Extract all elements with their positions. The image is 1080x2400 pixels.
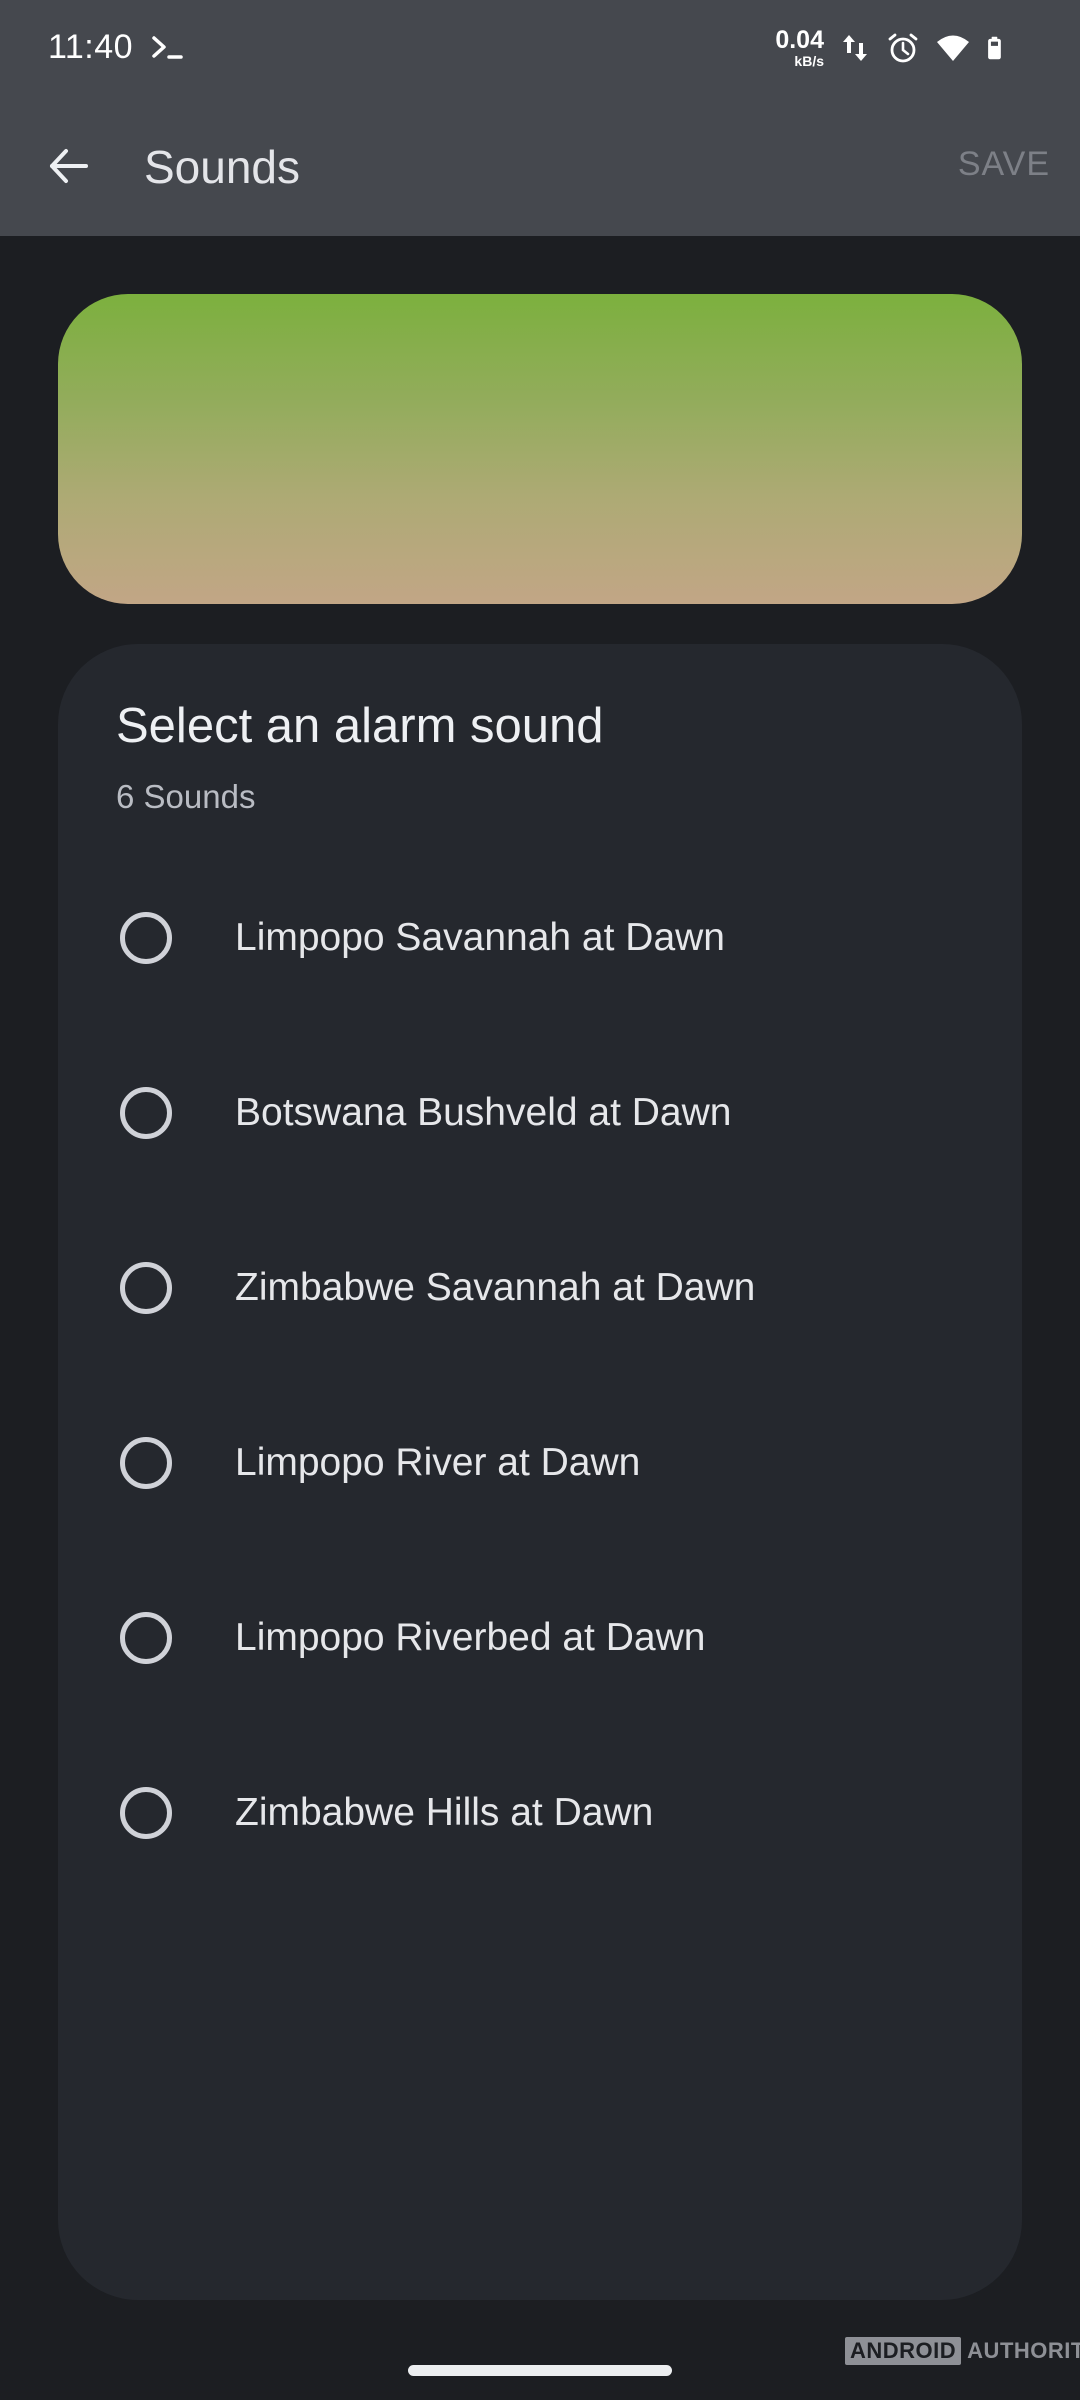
gesture-navigation-handle[interactable] [408, 2365, 672, 2376]
arrow-back-icon [50, 149, 88, 183]
sound-option[interactable]: Zimbabwe Hills at Dawn [58, 1725, 1022, 1900]
picker-title: Select an alarm sound [116, 699, 604, 753]
sound-option[interactable]: Zimbabwe Savannah at Dawn [58, 1200, 1022, 1375]
top-bar: 11:40 0.04 kB/s Sounds SAVE [0, 0, 1080, 236]
sound-option-label: Botswana Bushveld at Dawn [235, 1090, 732, 1134]
wifi-icon [937, 35, 969, 61]
sound-option-label: Limpopo River at Dawn [235, 1440, 641, 1484]
sound-option-label: Zimbabwe Savannah at Dawn [235, 1265, 756, 1309]
watermark-brand-box: ANDROID [845, 2337, 962, 2365]
sound-preview-banner [58, 294, 1022, 604]
status-icons: 0.04 kB/s [775, 26, 1010, 70]
radio-button[interactable] [120, 1261, 172, 1314]
watermark: ANDROID AUTHORITY [845, 2337, 1080, 2365]
battery-icon [988, 36, 1001, 60]
net-speed-unit: kB/s [794, 53, 824, 69]
sound-option[interactable]: Limpopo Savannah at Dawn [58, 850, 1022, 1025]
back-button[interactable] [40, 138, 96, 194]
sound-option-label: Zimbabwe Hills at Dawn [235, 1790, 654, 1834]
sound-option[interactable]: Botswana Bushveld at Dawn [58, 1025, 1022, 1200]
sound-picker-card: Select an alarm sound 6 Sounds Limpopo S… [58, 644, 1022, 2300]
radio-button[interactable] [120, 1786, 172, 1839]
radio-button[interactable] [120, 1086, 172, 1139]
data-transfer-icon [843, 35, 867, 61]
sound-count: 6 Sounds [116, 778, 256, 815]
radio-button[interactable] [120, 911, 172, 964]
page-title: Sounds [144, 141, 301, 193]
radio-button[interactable] [120, 1611, 172, 1664]
net-speed-value: 0.04 [775, 26, 824, 54]
sound-option[interactable]: Limpopo River at Dawn [58, 1375, 1022, 1550]
watermark-brand-text: AUTHORITY [967, 2338, 1080, 2363]
terminal-icon [152, 36, 183, 59]
alarm-icon [888, 33, 918, 63]
sound-option-label: Limpopo Riverbed at Dawn [235, 1615, 706, 1659]
sound-list: Limpopo Savannah at Dawn Botswana Bushve… [58, 850, 1022, 1900]
save-button[interactable]: SAVE [958, 145, 1050, 184]
status-time: 11:40 [48, 28, 134, 66]
net-speed: 0.04 kB/s [775, 26, 824, 69]
radio-button[interactable] [120, 1436, 172, 1489]
sound-option-label: Limpopo Savannah at Dawn [235, 915, 725, 959]
sound-option[interactable]: Limpopo Riverbed at Dawn [58, 1550, 1022, 1725]
